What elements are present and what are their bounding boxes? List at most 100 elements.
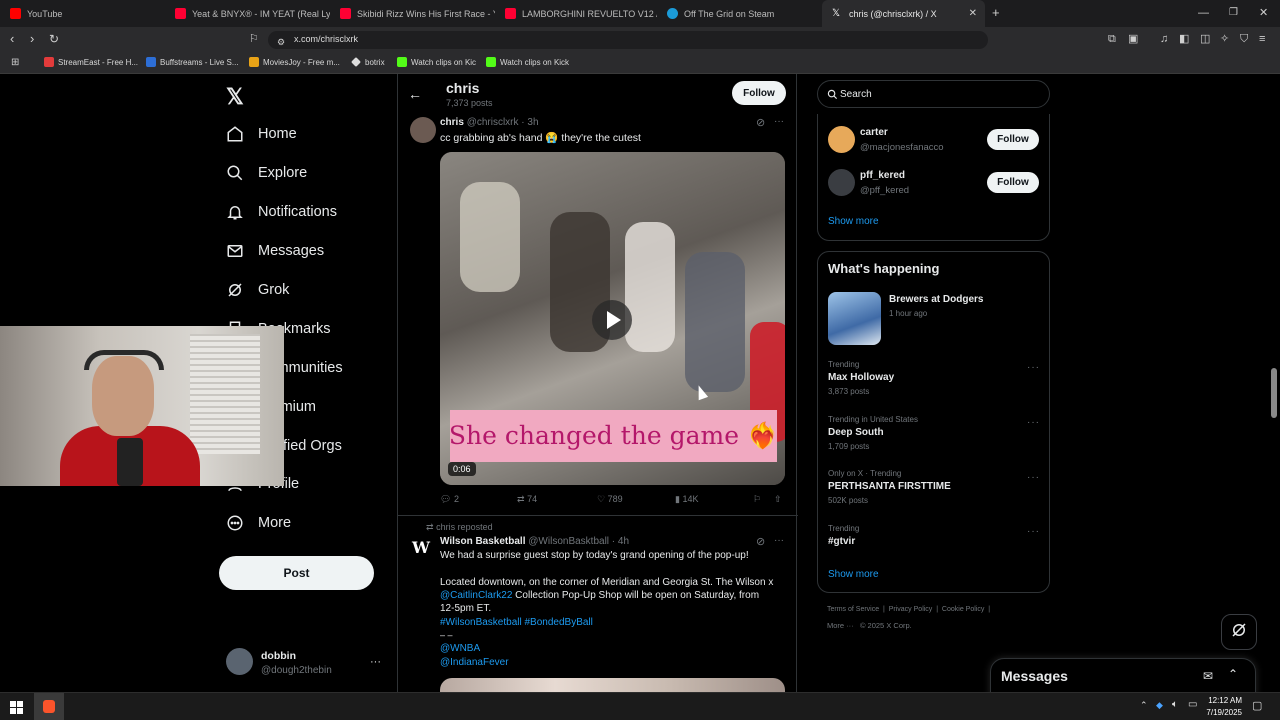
bookmark-item[interactable]: Watch clips on Kick — [486, 57, 569, 67]
bookmark-item[interactable]: StreamEast - Free H... — [44, 57, 138, 67]
trend-more-icon[interactable]: ··· — [1027, 362, 1040, 373]
new-tab-button[interactable]: + — [992, 6, 1000, 19]
close-window-icon[interactable]: ✕ — [1259, 7, 1268, 19]
like-button[interactable]: ♡ 789 — [597, 494, 623, 505]
bookmark-item[interactable]: Watch clips on Kic — [397, 57, 476, 67]
account-name[interactable]: dobbin — [261, 650, 296, 662]
follow-suggestion-name[interactable]: carter — [860, 127, 888, 138]
tray-chevron-icon[interactable]: ⌃ — [1140, 700, 1148, 711]
event-title[interactable]: Brewers at Dodgers — [889, 294, 983, 305]
trend-item[interactable]: Trending #gtvir — [828, 524, 1038, 547]
taskbar-app-brave[interactable] — [34, 693, 64, 720]
tweet-author-name[interactable]: chris — [440, 117, 464, 128]
hashtag-link[interactable]: #WilsonBasketball #BondedByBall — [440, 617, 593, 628]
volume-icon[interactable]: 🔈︎ — [1172, 699, 1178, 710]
tweet-more-icon[interactable]: ··· — [774, 116, 784, 127]
clock-date[interactable]: 7/19/2025 — [1200, 708, 1242, 717]
tweet-more-icon[interactable]: ··· — [774, 535, 784, 546]
network-icon[interactable]: ▭ — [1188, 699, 1197, 710]
grok-icon[interactable]: ⊘ — [756, 116, 765, 129]
share-icon[interactable]: ⇧ — [774, 494, 782, 505]
follow-button[interactable]: Follow — [987, 172, 1039, 193]
site-settings-icon[interactable]: ⚙ — [277, 36, 285, 48]
sidebar-toggle-icon[interactable]: ◧ — [1179, 33, 1189, 45]
media-icon[interactable]: ♫ — [1160, 33, 1168, 45]
expand-up-icon[interactable]: ⌃ — [1228, 667, 1238, 681]
browser-tab[interactable]: LAMBORGHINI REVUELTO V12 // 370 — [495, 0, 657, 27]
avatar[interactable] — [226, 648, 253, 675]
avatar[interactable] — [410, 117, 436, 143]
privacy-link[interactable]: Privacy Policy — [889, 606, 933, 613]
bookmark-icon[interactable]: ⚐ — [753, 494, 761, 505]
url-field[interactable]: x.com/chrisclxrk — [268, 31, 988, 49]
tweet-author-name[interactable]: Wilson Basketball — [440, 536, 526, 547]
avatar[interactable] — [828, 126, 855, 153]
sidebar-item-explore[interactable]: Explore — [226, 164, 307, 182]
notifications-icon[interactable]: ▢ — [1252, 699, 1262, 712]
trend-item[interactable]: Trending Max Holloway 3,873 posts — [828, 360, 1038, 396]
account-more-icon[interactable]: ··· — [370, 656, 381, 668]
trend-more-icon[interactable]: ··· — [1027, 472, 1040, 483]
mention-link[interactable]: @WNBA — [440, 643, 480, 654]
views-button[interactable]: ▮ 14K — [675, 494, 698, 505]
tweet-time[interactable]: · 3h — [521, 117, 538, 128]
vpn-icon[interactable]: ⛉ — [1240, 33, 1248, 45]
reply-button[interactable]: 💬︎ 2 — [440, 494, 459, 505]
tweet-video[interactable]: She changed the game ❤️‍🔥 0:06 — [440, 152, 785, 485]
bookmark-item[interactable]: botrix — [351, 57, 385, 67]
restore-icon[interactable]: ❐ — [1229, 7, 1238, 19]
show-more-link[interactable]: Show more — [828, 216, 879, 227]
menu-icon[interactable]: ≡ — [1259, 33, 1265, 45]
mention-link[interactable]: @IndianaFever — [440, 657, 509, 668]
wallet-icon[interactable]: ▣ — [1128, 33, 1138, 45]
trend-more-icon[interactable]: ··· — [1027, 526, 1040, 537]
search-input[interactable]: Search — [817, 80, 1050, 108]
trend-item[interactable]: Only on X · Trending PERTHSANTA FIRSTTIM… — [828, 469, 1038, 505]
clock-time[interactable]: 12:12 AM — [1200, 696, 1242, 705]
tweet-image[interactable] — [440, 678, 785, 692]
terms-link[interactable]: Terms of Service — [827, 606, 879, 613]
tweet-author-handle[interactable]: @WilsonBasktball — [528, 536, 609, 547]
close-tab-icon[interactable]: ✕ — [969, 8, 977, 19]
cookie-link[interactable]: Cookie Policy — [942, 606, 984, 613]
event-thumbnail[interactable] — [828, 292, 881, 345]
more-link[interactable]: More ··· — [827, 621, 854, 630]
repost-button[interactable]: ⇄ 74 — [517, 494, 537, 505]
back-arrow-icon[interactable]: ← — [408, 86, 422, 102]
windows-start-icon[interactable] — [10, 701, 23, 714]
tray-app-icon[interactable]: ◆ — [1156, 700, 1163, 711]
reload-icon[interactable]: ↻ — [49, 33, 59, 45]
trend-item[interactable]: Trending in United States Deep South 1,7… — [828, 415, 1038, 451]
trend-more-icon[interactable]: ··· — [1027, 417, 1040, 428]
browser-tab[interactable]: Off The Grid on Steam — [657, 0, 822, 27]
follow-suggestion-name[interactable]: pff_kered — [860, 170, 905, 181]
browser-tab[interactable]: YouTube — [0, 0, 165, 27]
messages-drawer[interactable]: Messages ✉ ⌃ — [990, 658, 1256, 692]
bookmark-page-icon[interactable]: ⚐ — [249, 33, 259, 45]
minimize-icon[interactable]: — — [1198, 7, 1209, 19]
tweet-author-handle[interactable]: @chrisclxrk — [467, 117, 519, 128]
sidebar-item-home[interactable]: Home — [226, 125, 297, 143]
new-message-icon[interactable]: ✉ — [1203, 669, 1213, 683]
browser-tab[interactable]: Yeat & BNYX® - IM YEAT (Real Lyfe S — [165, 0, 330, 27]
apps-grid-icon[interactable]: ⊞ — [11, 57, 19, 69]
grok-floating-button[interactable] — [1221, 614, 1257, 650]
grok-icon[interactable]: ⊘ — [756, 535, 765, 548]
avatar[interactable] — [828, 169, 855, 196]
follow-button[interactable]: Follow — [987, 129, 1039, 150]
forward-icon[interactable]: › — [30, 32, 34, 45]
sidebar-item-grok[interactable]: Grok — [226, 281, 289, 299]
tweet-time[interactable]: · 4h — [612, 536, 629, 547]
post-button[interactable]: Post — [219, 556, 374, 590]
extensions-icon[interactable]: ⧉ — [1108, 33, 1116, 45]
sidebar-item-notifications[interactable]: Notifications — [226, 203, 337, 221]
sidebar-item-more[interactable]: More — [226, 514, 291, 532]
browser-tab[interactable]: Skibidi Rizz Wins His First Race - You — [330, 0, 495, 27]
play-icon[interactable] — [592, 300, 632, 340]
follow-button[interactable]: Follow — [732, 81, 786, 105]
bookmark-item[interactable]: MoviesJoy - Free m... — [249, 57, 340, 67]
bookmark-item[interactable]: Buffstreams - Live S... — [146, 57, 239, 67]
sidebar-item-messages[interactable]: Messages — [226, 242, 324, 260]
x-logo-icon[interactable]: 𝕏 — [226, 84, 244, 110]
browser-tab-active[interactable]: 𝕏chris (@chrisclxrk) / X ✕ — [822, 0, 985, 27]
